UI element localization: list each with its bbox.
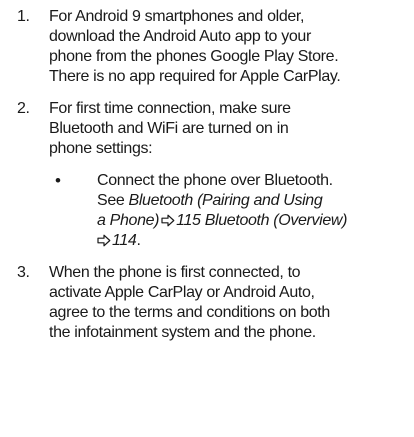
text-line: the infotainment system and the phone. xyxy=(49,324,316,341)
step-1: 1. For Android 9 smartphones and older, … xyxy=(17,7,404,87)
text-line: See Bluetooth (Pairing and Using xyxy=(97,191,404,211)
page-reference-arrow-icon xyxy=(97,234,111,247)
cross-reference-link[interactable]: Bluetooth (Pairing and Using xyxy=(129,192,323,209)
text-line: 114. xyxy=(97,231,404,251)
see-prefix: See xyxy=(97,192,129,209)
text-line: phone from the phones Google Play Store. xyxy=(49,48,339,65)
step-number: 1. xyxy=(17,8,30,25)
page-reference-arrow-icon xyxy=(161,214,175,227)
text-line: For first time connection, make sure xyxy=(49,100,291,117)
step-number: 2. xyxy=(17,100,30,117)
text-line: download the Android Auto app to your xyxy=(49,28,311,45)
text-line: activate Apple CarPlay or Android Auto, xyxy=(49,284,315,301)
text-line: Connect the phone over Bluetooth. xyxy=(97,172,333,189)
bullet-text: Connect the phone over Bluetooth. See Bl… xyxy=(97,171,404,251)
step-2: 2. For first time connection, make sure … xyxy=(17,99,404,251)
text-line: There is no app required for Apple CarPl… xyxy=(49,68,341,85)
text-line: For Android 9 smartphones and older, xyxy=(49,8,305,25)
text-line: Bluetooth and WiFi are turned on in xyxy=(49,120,289,137)
sentence-period: . xyxy=(136,232,141,249)
step-3: 3. When the phone is first connected, to… xyxy=(17,263,404,343)
cross-reference-link[interactable]: Bluetooth (Overview) xyxy=(205,212,348,229)
step-number: 3. xyxy=(17,264,30,281)
step-text: For first time connection, make sure Blu… xyxy=(49,99,404,251)
step-text: When the phone is first connected, to ac… xyxy=(49,263,404,343)
text-line: When the phone is first connected, to xyxy=(49,264,301,281)
step-text: For Android 9 smartphones and older, dow… xyxy=(49,7,404,87)
instruction-page: 1. For Android 9 smartphones and older, … xyxy=(0,0,414,437)
bullet-symbol: • xyxy=(55,171,61,190)
page-number[interactable]: 115 xyxy=(176,212,201,229)
text-line: a Phone) 115 Bluetooth (Overview) xyxy=(97,211,404,231)
page-number[interactable]: 114 xyxy=(112,232,137,249)
cross-reference-link[interactable]: a Phone) xyxy=(97,212,159,229)
bullet-item: • Connect the phone over Bluetooth. See … xyxy=(55,171,404,251)
text-line: agree to the terms and conditions on bot… xyxy=(49,304,330,321)
text-line: phone settings: xyxy=(49,140,153,157)
